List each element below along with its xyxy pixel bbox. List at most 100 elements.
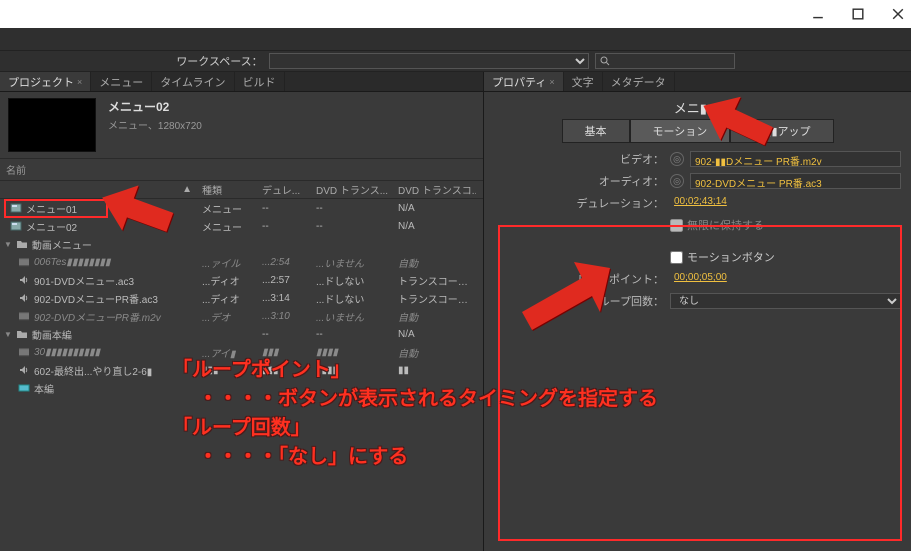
search-input[interactable]	[595, 53, 735, 69]
cell-dvd2: 自動	[394, 255, 476, 270]
cell-dvd2: N/A	[394, 221, 476, 232]
subtab-basic[interactable]: 基本	[562, 119, 630, 143]
disclosure-icon[interactable]: ▼	[4, 330, 12, 339]
motion-button-checkbox[interactable]: モーションボタン	[670, 249, 775, 265]
video-value[interactable]: 902-▮▮Dメニュー PR番.m2v	[690, 151, 901, 167]
pickwhip-icon[interactable]: ◎	[670, 152, 684, 166]
tree-row[interactable]: 901-DVDメニュー.ac3...ディオ...2:57...ドしないトランスコ…	[0, 271, 483, 289]
minimize-icon[interactable]	[811, 7, 825, 21]
video-icon	[18, 310, 30, 322]
tree-row[interactable]: 902-DVDメニューPR番.m2v...デオ...3:10...いません自動	[0, 307, 483, 325]
cell-dur: ...3:14	[258, 293, 312, 304]
sort-icon[interactable]: ▲	[182, 184, 192, 195]
cell-dvd2: トランスコード...	[394, 273, 476, 288]
cell-type: ...デオ	[198, 309, 258, 324]
col-dvd-transcode-1[interactable]: DVD トランス...	[312, 182, 394, 197]
workspace-bar: ワークスペース：	[0, 50, 911, 72]
subtab-motion[interactable]: モーション	[630, 119, 731, 143]
cell-dur: ▮▮▮	[258, 347, 312, 358]
tab-metadata[interactable]: メタデータ	[603, 72, 675, 91]
close-icon[interactable]	[891, 7, 905, 21]
preview-row: メニュー02 メニュー、1280x720	[0, 92, 483, 159]
search-icon	[600, 56, 610, 66]
cell-dur: ...2:54	[258, 257, 312, 268]
cell-dvd2: トランスコード...	[394, 291, 476, 306]
cell-dvd1: ...ドしない	[312, 273, 394, 288]
loop-point-value[interactable]: 00;00;05;00	[670, 271, 901, 287]
cell-dvd1: --	[312, 203, 394, 214]
item-name: 動画本編	[32, 327, 72, 342]
tree-row[interactable]: 006Tes▮▮▮▮▮▮▮▮ ...ァイル...2:54...いません自動	[0, 253, 483, 271]
close-icon[interactable]: ×	[549, 77, 554, 87]
item-name: 本編	[34, 381, 54, 396]
folder-icon	[16, 238, 28, 250]
cell-type: メニュー	[198, 219, 258, 234]
selection-title: メニュー02	[108, 98, 202, 115]
preview-thumbnail[interactable]	[8, 98, 96, 152]
audio-icon	[18, 292, 30, 304]
cell-dvd1: ...いません	[312, 309, 394, 324]
item-name: 30▮▮▮▮▮▮▮▮▮▮	[34, 347, 100, 358]
cell-type: メニュー	[198, 201, 258, 216]
tl-icon	[18, 382, 30, 394]
audio-value[interactable]: 902-DVDメニュー PR番.ac3	[690, 173, 901, 189]
tab-menu[interactable]: メニュー	[91, 72, 152, 91]
cell-type: ...ディオ	[198, 273, 258, 288]
right-tabbar: プロパティ× 文字 メタデータ	[484, 72, 911, 92]
subtab-popup[interactable]: ▮▮▮▮アップ	[730, 119, 833, 143]
tree-row[interactable]: 902-DVDメニューPR番.ac3...ディオ...3:14...ドしないトラ…	[0, 289, 483, 307]
cell-dvd2: ▮▮	[394, 365, 476, 376]
cell-dur: --	[258, 203, 312, 214]
pickwhip-icon[interactable]: ◎	[670, 174, 684, 188]
audio-icon	[18, 274, 30, 286]
folder-icon	[16, 328, 28, 340]
cell-dur: ...2:57	[258, 275, 312, 286]
tab-build[interactable]: ビルド	[235, 72, 285, 91]
window-titlebar	[0, 0, 911, 28]
column-headers: ▲ 種類 デュレ... DVD トランス... DVD トランスコ...	[0, 181, 483, 199]
tree-row[interactable]: 30▮▮▮▮▮▮▮▮▮▮...アイ▮▮▮▮▮▮▮▮自動	[0, 343, 483, 361]
loop-count-select[interactable]: なし	[670, 293, 901, 309]
tree-row[interactable]: ▼動画メニュー	[0, 235, 483, 253]
hold-forever-checkbox[interactable]: 無限に保持する	[670, 217, 764, 233]
cell-dvd1: ▮▮▮▮	[312, 347, 394, 358]
project-tree[interactable]: メニュー01メニュー----N/Aメニュー02メニュー----N/A▼動画メニュ…	[0, 199, 483, 397]
left-tabbar: プロジェクト× メニュー タイムライン ビルド	[0, 72, 483, 92]
item-name: 006Tes▮▮▮▮▮▮▮▮	[34, 257, 110, 268]
video-label: ビデオ：	[484, 151, 664, 167]
tree-row[interactable]: メニュー01メニュー----N/A	[0, 199, 483, 217]
tab-properties[interactable]: プロパティ×	[484, 72, 564, 91]
tree-row[interactable]: メニュー02メニュー----N/A	[0, 217, 483, 235]
col-type[interactable]: 種類	[198, 182, 258, 197]
cell-dur: --	[258, 329, 312, 340]
item-name: 602-最終出...やり直し2-6▮	[34, 363, 152, 378]
cell-dur: ...3:10	[258, 311, 312, 322]
maximize-icon[interactable]	[851, 7, 865, 21]
close-icon[interactable]: ×	[77, 77, 82, 87]
project-panel: プロジェクト× メニュー タイムライン ビルド メニュー02 メニュー、1280…	[0, 72, 484, 551]
cell-dur: ▮▮▮	[258, 365, 312, 376]
tab-text[interactable]: 文字	[564, 72, 603, 91]
tree-row[interactable]: 本編	[0, 379, 483, 397]
cell-type: ...ディオ	[198, 291, 258, 306]
loop-count-label: ループ回数：	[484, 293, 664, 309]
col-dvd-transcode-2[interactable]: DVD トランスコ...	[394, 182, 476, 197]
tree-row[interactable]: ▼動画本編----N/A	[0, 325, 483, 343]
tab-project[interactable]: プロジェクト×	[0, 72, 91, 91]
tab-timeline[interactable]: タイムライン	[152, 72, 234, 91]
cell-dvd1: ...いません	[312, 255, 394, 270]
cell-type: ...アイ▮	[198, 345, 258, 360]
tree-row[interactable]: 602-最終出...やり直し2-6▮▮▮▮▮▮▮▮▮▮▮▮▮	[0, 361, 483, 379]
workspace-select[interactable]	[269, 53, 589, 69]
disclosure-icon[interactable]: ▼	[4, 240, 12, 249]
project-toolbar: 名前	[0, 159, 483, 181]
properties-subtabs: 基本 モーション ▮▮▮▮アップ	[484, 119, 911, 149]
selection-subtitle: メニュー、1280x720	[108, 117, 202, 132]
col-duration[interactable]: デュレ...	[258, 182, 312, 197]
cell-dvd1: --	[312, 329, 394, 340]
item-name: メニュー02	[26, 219, 77, 234]
cell-dvd2: 自動	[394, 345, 476, 360]
cell-type: ...ァイル	[198, 255, 258, 270]
cell-dvd1: --	[312, 221, 394, 232]
duration-value[interactable]: 00;02;43;14	[670, 195, 901, 211]
